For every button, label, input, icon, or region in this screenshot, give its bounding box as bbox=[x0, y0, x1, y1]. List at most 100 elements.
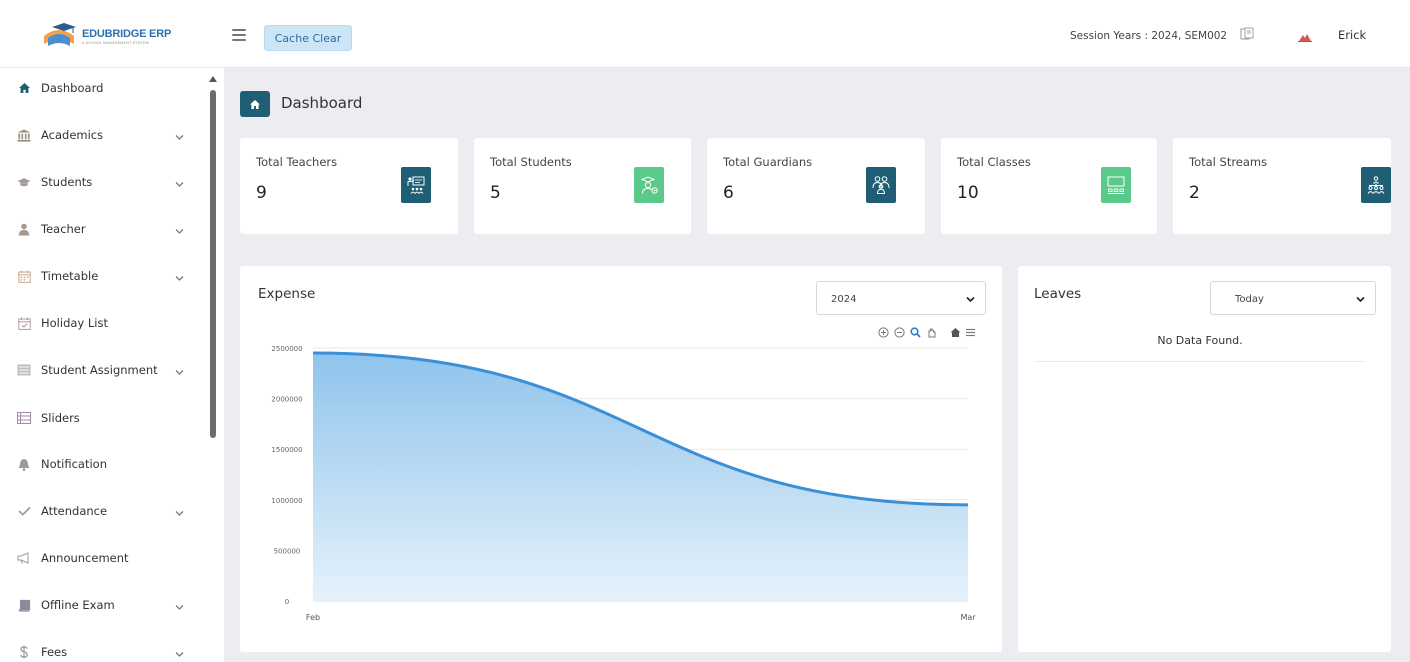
expense-area-chart: 0 500000 1000000 1500000 2000000 2500000 Feb Ma… bbox=[271, 345, 976, 622]
calendar-check-icon bbox=[17, 316, 31, 330]
stat-label: Total Teachers bbox=[256, 155, 338, 169]
bank-icon bbox=[17, 128, 31, 142]
scroll-up-arrow-icon[interactable] bbox=[209, 76, 217, 82]
user-avatar-icon[interactable] bbox=[1298, 31, 1312, 42]
dollar-icon bbox=[17, 645, 31, 659]
user-icon bbox=[17, 222, 31, 236]
stat-value: 10 bbox=[957, 183, 979, 203]
y-tick-label: 0 bbox=[285, 598, 289, 606]
list-icon bbox=[17, 411, 31, 425]
chevron-down-icon bbox=[1356, 296, 1365, 303]
sidebar-item-academics[interactable]: Academics bbox=[0, 115, 205, 155]
stat-value: 2 bbox=[1189, 183, 1200, 203]
sidebar-item-sliders[interactable]: Sliders bbox=[0, 398, 205, 438]
sidebar-item-notification[interactable]: Notification bbox=[0, 444, 205, 484]
sidebar-item-label: Attendance bbox=[41, 504, 108, 518]
chevron-down-icon bbox=[175, 225, 184, 234]
total-guardians-card[interactable]: Total Guardians 6 bbox=[707, 138, 925, 234]
scrollbar-thumb[interactable] bbox=[210, 90, 216, 438]
stat-label: Total Streams bbox=[1189, 155, 1268, 169]
bell-icon bbox=[17, 457, 31, 471]
chevron-down-icon bbox=[175, 507, 184, 516]
sidebar-item-teacher[interactable]: Teacher bbox=[0, 209, 205, 249]
x-tick-label: Feb bbox=[306, 613, 320, 622]
chevron-down-icon bbox=[175, 272, 184, 281]
menu-toggle-icon[interactable] bbox=[232, 29, 246, 41]
leaves-title: Leaves bbox=[1034, 286, 1082, 302]
cache-clear-button[interactable]: Cache Clear bbox=[264, 25, 352, 51]
session-years-text: Session Years : 2024, SEM002 bbox=[1070, 30, 1228, 42]
classroom-icon bbox=[1101, 167, 1131, 203]
no-data-message: No Data Found. bbox=[1157, 334, 1243, 347]
chevron-down-icon bbox=[175, 366, 184, 375]
sidebar-scrollbar[interactable] bbox=[207, 68, 219, 662]
sidebar-item-fees[interactable]: Fees bbox=[0, 632, 205, 662]
total-teachers-card[interactable]: Total Teachers 9 bbox=[240, 138, 458, 234]
assignment-icon bbox=[17, 363, 31, 377]
leaves-filter-select[interactable]: Today bbox=[1210, 281, 1376, 315]
total-classes-card[interactable]: Total Classes 10 bbox=[941, 138, 1157, 234]
calendar-icon bbox=[17, 269, 31, 283]
expense-title: Expense bbox=[258, 286, 316, 302]
stat-label: Total Guardians bbox=[723, 155, 813, 169]
sidebar-item-label: Fees bbox=[41, 645, 68, 659]
home-icon bbox=[17, 81, 31, 95]
chevron-down-icon bbox=[175, 131, 184, 140]
stat-value: 5 bbox=[490, 183, 501, 203]
sidebar-item-label: Sliders bbox=[41, 411, 80, 425]
sidebar-item-label: Students bbox=[41, 175, 93, 189]
sidebar-item-timetable[interactable]: Timetable bbox=[0, 256, 205, 296]
sidebar-item-student-assignment[interactable]: Student Assignment bbox=[0, 350, 205, 390]
sidebar-item-label: Offline Exam bbox=[41, 598, 115, 612]
expense-area-fill bbox=[313, 353, 968, 601]
sidebar-item-dashboard[interactable]: Dashboard bbox=[0, 68, 205, 108]
sidebar-item-label: Timetable bbox=[41, 269, 99, 283]
stat-value: 9 bbox=[256, 183, 267, 203]
sidebar-item-offline-exam[interactable]: Offline Exam bbox=[0, 585, 205, 625]
megaphone-icon bbox=[17, 551, 31, 565]
stat-value: 6 bbox=[723, 183, 734, 203]
sidebar-item-holiday-list[interactable]: Holiday List bbox=[0, 303, 205, 343]
sidebar-item-label: Holiday List bbox=[41, 316, 108, 330]
streams-icon bbox=[1361, 167, 1391, 203]
top-header: EDUBRIDGE ERP A SCHOOL MANAGEMENT SYSTEM… bbox=[0, 0, 1410, 68]
logo[interactable]: EDUBRIDGE ERP A SCHOOL MANAGEMENT SYSTEM bbox=[40, 18, 172, 56]
leaves-filter-value: Today bbox=[1235, 294, 1264, 305]
sidebar-item-label: Notification bbox=[41, 457, 107, 471]
graduation-cap-icon bbox=[17, 175, 31, 189]
chevron-down-icon bbox=[966, 296, 975, 303]
expense-year-value: 2024 bbox=[831, 294, 857, 305]
logo-title: EDUBRIDGE ERP bbox=[82, 27, 172, 40]
total-streams-card[interactable]: Total Streams 2 bbox=[1173, 138, 1391, 234]
sidebar-item-attendance[interactable]: Attendance bbox=[0, 491, 205, 531]
expense-data-point[interactable] bbox=[310, 350, 316, 356]
expense-data-point[interactable] bbox=[965, 502, 971, 508]
sidebar-item-students[interactable]: Students bbox=[0, 162, 205, 202]
expense-year-select[interactable]: 2024 bbox=[816, 281, 986, 315]
y-tick-label: 1500000 bbox=[271, 446, 302, 454]
logo-mark-icon bbox=[40, 22, 78, 52]
y-tick-label: 2500000 bbox=[271, 345, 302, 353]
chevron-down-icon bbox=[175, 648, 184, 657]
sidebar: Dashboard Academics Students Teacher Timetab… bbox=[0, 68, 224, 662]
stat-label: Total Students bbox=[490, 155, 572, 169]
student-icon bbox=[634, 167, 664, 203]
y-tick-label: 2000000 bbox=[271, 396, 302, 404]
stat-label: Total Classes bbox=[957, 155, 1031, 169]
y-tick-label: 1000000 bbox=[271, 497, 302, 505]
teacher-board-icon bbox=[401, 167, 431, 203]
sidebar-item-announcement[interactable]: Announcement bbox=[0, 538, 205, 578]
x-tick-label: Mar bbox=[960, 613, 976, 622]
y-tick-label: 500000 bbox=[274, 547, 301, 555]
page-title: Dashboard bbox=[281, 94, 363, 112]
sidebar-item-label: Academics bbox=[41, 128, 104, 142]
check-icon bbox=[17, 504, 31, 518]
dashboard-home-icon bbox=[240, 91, 270, 117]
total-students-card[interactable]: Total Students 5 bbox=[474, 138, 691, 234]
user-name[interactable]: Erick bbox=[1338, 28, 1366, 42]
leaves-panel: Leaves Today bbox=[1018, 266, 1391, 652]
book-icon bbox=[17, 598, 31, 612]
sidebar-item-label: Announcement bbox=[41, 551, 129, 565]
session-switch-icon[interactable] bbox=[1240, 27, 1254, 41]
logo-subtitle: A SCHOOL MANAGEMENT SYSTEM bbox=[82, 40, 149, 45]
